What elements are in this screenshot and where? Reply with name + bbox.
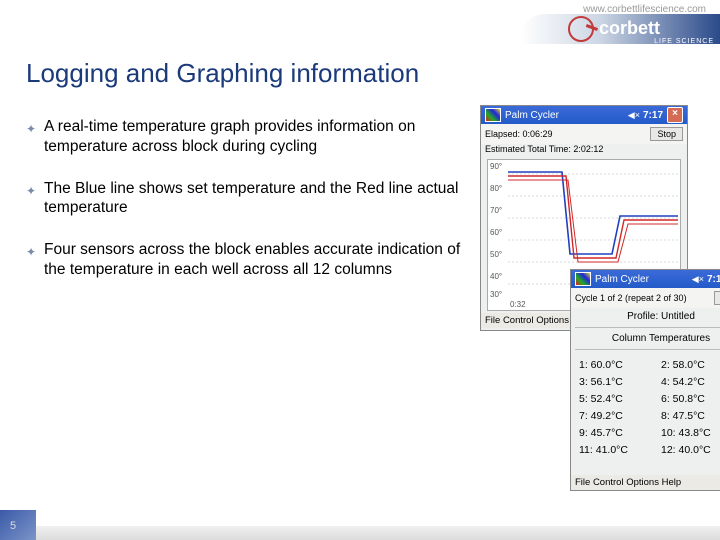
temps-grid: 1: 60.0°C2: 58.0°C 3: 56.1°C4: 54.2°C 5:…: [571, 352, 720, 463]
bullet-text: The Blue line shows set temperature and …: [44, 179, 466, 219]
clock: 7:17: [707, 274, 720, 285]
footer-bar: [36, 526, 720, 540]
table-row: 1: 60.0°C2: 58.0°C: [579, 359, 720, 371]
bullet-list: A real-time temperature graph provides i…: [26, 117, 480, 302]
temps-heading: Column Temperatures: [571, 330, 720, 347]
bullet-text: A real-time temperature graph provides i…: [44, 117, 466, 157]
divider: [575, 327, 720, 328]
estimated-time: Estimated Total Time: 2:02:12: [481, 144, 687, 157]
logo-icon: [568, 16, 594, 42]
table-row: 3: 56.1°C4: 54.2°C: [579, 376, 720, 388]
speaker-icon[interactable]: ◀×: [692, 274, 704, 285]
stop-button[interactable]: Stop: [714, 291, 720, 305]
clock: 7:17: [643, 110, 663, 121]
start-icon[interactable]: [575, 272, 591, 286]
page-number: 5: [10, 520, 16, 532]
elapsed-label: Elapsed: 0:06:29: [485, 129, 553, 139]
set-line: [508, 172, 678, 254]
bullet-icon: [26, 181, 44, 195]
bullet-item: The Blue line shows set temperature and …: [26, 179, 466, 219]
screenshots: Palm Cycler ◀× 7:17 × Elapsed: 0:06:29 S…: [480, 117, 706, 302]
body: A real-time temperature graph provides i…: [0, 89, 720, 302]
status-row: Elapsed: 0:06:29 Stop: [481, 124, 687, 144]
table-row: 11: 41.0°C12: 40.0°C: [579, 444, 720, 456]
bullet-text: Four sensors across the block enables ac…: [44, 240, 466, 280]
window-temps: Palm Cycler ◀× 7:17 × Cycle 1 of 2 (repe…: [570, 269, 720, 491]
titlebar: Palm Cycler ◀× 7:17 ×: [481, 106, 687, 124]
brand-sub: LIFE SCIENCE: [654, 38, 714, 45]
menubar[interactable]: File Control Options Help: [571, 475, 720, 490]
profile-label: Profile: Untitled: [571, 308, 720, 325]
header: www.corbettlifescience.com corbett LIFE …: [0, 0, 720, 48]
actual-line-2: [508, 180, 678, 262]
slide: www.corbettlifescience.com corbett LIFE …: [0, 0, 720, 540]
corner-fold: [0, 510, 36, 540]
bullet-icon: [26, 242, 44, 256]
close-icon[interactable]: ×: [667, 107, 683, 123]
brand-name: corbett: [599, 18, 660, 39]
actual-line-1: [508, 176, 678, 258]
bullet-item: Four sensors across the block enables ac…: [26, 240, 466, 280]
table-row: 7: 49.2°C8: 47.5°C: [579, 410, 720, 422]
stop-button[interactable]: Stop: [650, 127, 683, 141]
status-row: Cycle 1 of 2 (repeat 2 of 30) Stop: [571, 288, 720, 308]
bullet-icon: [26, 119, 44, 133]
table-row: 9: 45.7°C10: 43.8°C: [579, 427, 720, 439]
divider: [575, 349, 720, 350]
app-title: Palm Cycler: [595, 274, 649, 285]
titlebar: Palm Cycler ◀× 7:17 ×: [571, 270, 720, 288]
app-title: Palm Cycler: [505, 110, 559, 121]
bullet-item: A real-time temperature graph provides i…: [26, 117, 466, 157]
start-icon[interactable]: [485, 108, 501, 122]
page-title: Logging and Graphing information: [0, 48, 720, 89]
speaker-icon[interactable]: ◀×: [628, 110, 640, 121]
cycle-label: Cycle 1 of 2 (repeat 2 of 30): [575, 293, 687, 303]
table-row: 5: 52.4°C6: 50.8°C: [579, 393, 720, 405]
logo: corbett LIFE SCIENCE: [520, 14, 720, 48]
